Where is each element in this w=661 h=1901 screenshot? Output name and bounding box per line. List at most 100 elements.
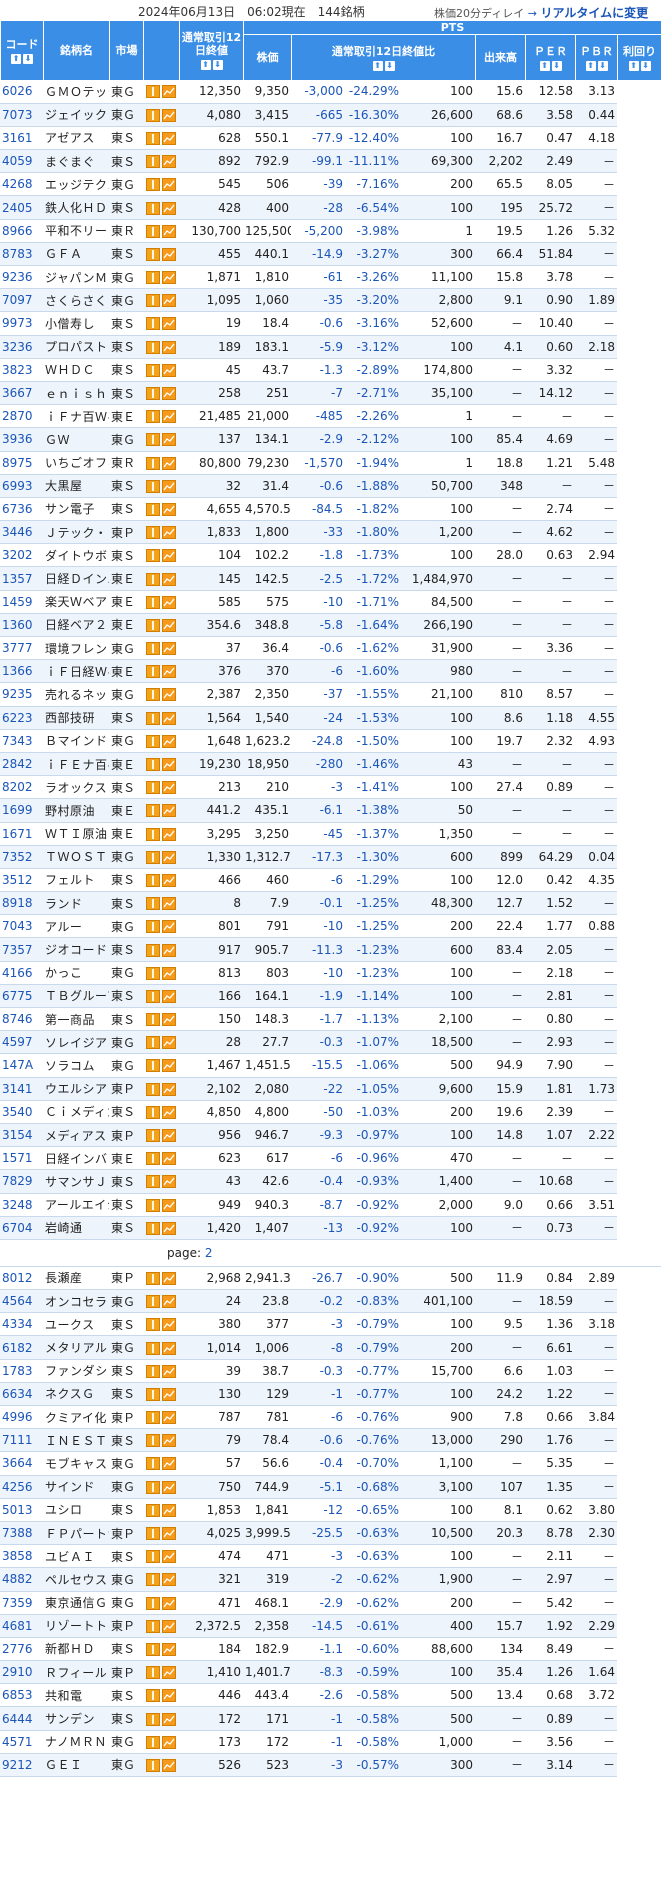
stock-code-link[interactable]: 6182: [2, 1341, 33, 1355]
chart-icon[interactable]: [162, 108, 176, 122]
chart-icon[interactable]: [162, 1480, 176, 1494]
col-per[interactable]: ＰＥＲ ⬆ ⬇: [525, 34, 576, 81]
col-pbr[interactable]: ＰＢＲ ⬆ ⬇: [575, 34, 618, 81]
book-icon[interactable]: [146, 201, 160, 215]
stock-code[interactable]: 7352: [0, 845, 43, 869]
book-icon[interactable]: [146, 1619, 160, 1633]
chart-icon[interactable]: [162, 340, 176, 354]
chart-icon[interactable]: [162, 201, 176, 215]
stock-code-link[interactable]: 1783: [2, 1364, 33, 1378]
stock-code[interactable]: 3236: [0, 335, 43, 359]
book-icon[interactable]: [146, 1735, 160, 1749]
chart-icon[interactable]: [162, 804, 176, 818]
stock-code[interactable]: 3777: [0, 636, 43, 661]
stock-code-link[interactable]: 7343: [2, 734, 33, 748]
chart-icon[interactable]: [162, 317, 176, 331]
chart-icon[interactable]: [162, 1503, 176, 1517]
stock-code-link[interactable]: 7357: [2, 943, 33, 957]
stock-code-link[interactable]: 7388: [2, 1526, 33, 1540]
sort-up-icon[interactable]: ⬆: [11, 53, 21, 64]
book-icon[interactable]: [146, 642, 160, 656]
stock-code-link[interactable]: 6775: [2, 989, 33, 1003]
stock-code-link[interactable]: 7359: [2, 1596, 33, 1610]
book-icon[interactable]: [146, 363, 160, 377]
chart-icon[interactable]: [162, 1036, 176, 1050]
stock-code-link[interactable]: 4996: [2, 1410, 33, 1424]
stock-code-link[interactable]: 3777: [2, 641, 33, 655]
stock-code[interactable]: 3202: [0, 543, 43, 568]
book-icon[interactable]: [146, 1271, 160, 1285]
book-icon[interactable]: [146, 479, 160, 493]
book-icon[interactable]: [146, 1013, 160, 1027]
stock-code[interactable]: 147A: [0, 1053, 43, 1078]
stock-code-link[interactable]: 3667: [2, 386, 33, 400]
stock-code-link[interactable]: 3540: [2, 1105, 33, 1119]
chart-icon[interactable]: [162, 294, 176, 308]
book-icon[interactable]: [146, 294, 160, 308]
book-icon[interactable]: [146, 433, 160, 447]
chart-icon[interactable]: [162, 1271, 176, 1285]
stock-code-link[interactable]: 1671: [2, 827, 33, 841]
stock-code-link[interactable]: 3936: [2, 432, 33, 446]
stock-code-link[interactable]: 7829: [2, 1174, 33, 1188]
stock-code-link[interactable]: 6634: [2, 1387, 33, 1401]
stock-code-link[interactable]: 9236: [2, 270, 33, 284]
chart-icon[interactable]: [162, 1175, 176, 1189]
book-icon[interactable]: [146, 781, 160, 795]
stock-code-link[interactable]: 1699: [2, 803, 33, 817]
stock-code-link[interactable]: 6853: [2, 1688, 33, 1702]
book-icon[interactable]: [146, 1503, 160, 1517]
chart-icon[interactable]: [162, 387, 176, 401]
stock-code-link[interactable]: 8746: [2, 1012, 33, 1026]
stock-code-link[interactable]: 8975: [2, 456, 33, 470]
stock-code[interactable]: 3664: [0, 1451, 43, 1476]
chart-icon[interactable]: [162, 526, 176, 540]
chart-icon[interactable]: [162, 247, 176, 261]
book-icon[interactable]: [146, 1341, 160, 1355]
chart-icon[interactable]: [162, 1295, 176, 1309]
stock-code[interactable]: 4564: [0, 1289, 43, 1314]
stock-code-link[interactable]: 4166: [2, 966, 33, 980]
stock-code-link[interactable]: 2870: [2, 409, 33, 423]
stock-code-link[interactable]: 3154: [2, 1128, 33, 1142]
book-icon[interactable]: [146, 1198, 160, 1212]
stock-code-link[interactable]: 3446: [2, 525, 33, 539]
stock-code-link[interactable]: 6223: [2, 711, 33, 725]
sort-down-icon[interactable]: ⬇: [23, 53, 33, 64]
stock-code-link[interactable]: 6026: [2, 84, 33, 98]
stock-code[interactable]: 8966: [0, 219, 43, 243]
stock-code[interactable]: 1366: [0, 659, 43, 684]
book-icon[interactable]: [146, 595, 160, 609]
stock-code-link[interactable]: 6444: [2, 1712, 33, 1726]
stock-code[interactable]: 2870: [0, 404, 43, 429]
stock-code-link[interactable]: 3858: [2, 1549, 33, 1563]
page-2-link[interactable]: 2: [205, 1246, 213, 1260]
book-icon[interactable]: [146, 897, 160, 911]
stock-code[interactable]: 7343: [0, 729, 43, 753]
sort-up-icon[interactable]: ⬆: [585, 60, 596, 71]
book-icon[interactable]: [146, 549, 160, 563]
chart-icon[interactable]: [162, 572, 176, 586]
chart-icon[interactable]: [162, 1411, 176, 1425]
chart-icon[interactable]: [162, 1573, 176, 1587]
stock-code-link[interactable]: 9212: [2, 1758, 33, 1772]
chart-icon[interactable]: [162, 433, 176, 447]
sort-down-icon[interactable]: ⬇: [640, 60, 651, 71]
chart-icon[interactable]: [162, 989, 176, 1003]
stock-code-link[interactable]: 4597: [2, 1035, 33, 1049]
stock-code[interactable]: 7073: [0, 103, 43, 127]
stock-code-link[interactable]: 3248: [2, 1198, 33, 1212]
stock-code[interactable]: 4268: [0, 172, 43, 197]
chart-icon[interactable]: [162, 920, 176, 934]
stock-code-link[interactable]: 4571: [2, 1735, 33, 1749]
chart-icon[interactable]: [162, 897, 176, 911]
book-icon[interactable]: [146, 1758, 160, 1772]
chart-icon[interactable]: [162, 1318, 176, 1332]
book-icon[interactable]: [146, 271, 160, 285]
stock-code[interactable]: 6736: [0, 497, 43, 522]
book-icon[interactable]: [146, 131, 160, 145]
book-icon[interactable]: [146, 387, 160, 401]
book-icon[interactable]: [146, 1387, 160, 1401]
stock-code[interactable]: 3858: [0, 1544, 43, 1569]
stock-code[interactable]: 1571: [0, 1146, 43, 1171]
